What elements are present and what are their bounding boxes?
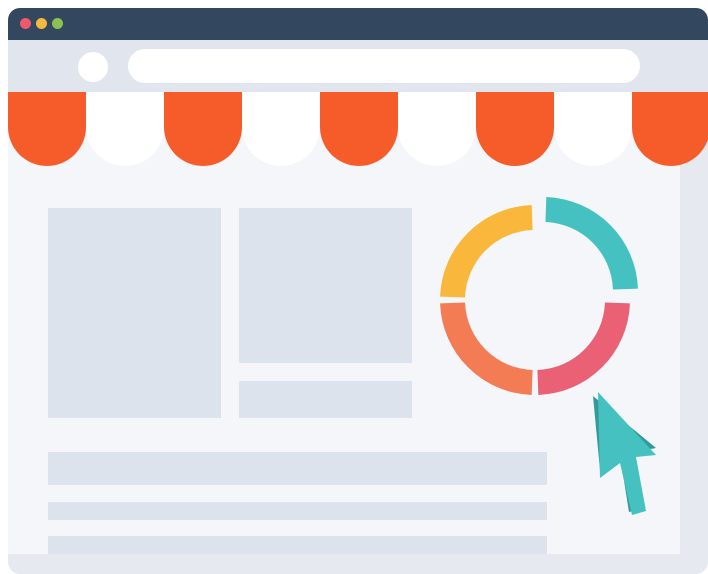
awning-stripe-white <box>554 92 632 166</box>
pointer-cursor-icon <box>593 392 656 515</box>
awning-stripe-orange <box>632 92 708 166</box>
awning-stripe-white <box>242 92 320 166</box>
awning-stripe-orange <box>320 92 398 166</box>
awning-stripe-white <box>86 92 164 166</box>
awning-stripe-orange <box>476 92 554 166</box>
orange-segment <box>440 302 533 395</box>
awning-stripe-orange <box>8 92 86 166</box>
donut-chart <box>440 197 638 395</box>
awning-stripe-white <box>398 92 476 166</box>
illustration-overlay <box>8 92 708 515</box>
shop-awning <box>8 92 708 166</box>
teal-segment <box>545 197 638 290</box>
pink-segment <box>537 302 630 395</box>
awning-stripe-orange <box>164 92 242 166</box>
yellow-segment <box>440 205 533 298</box>
